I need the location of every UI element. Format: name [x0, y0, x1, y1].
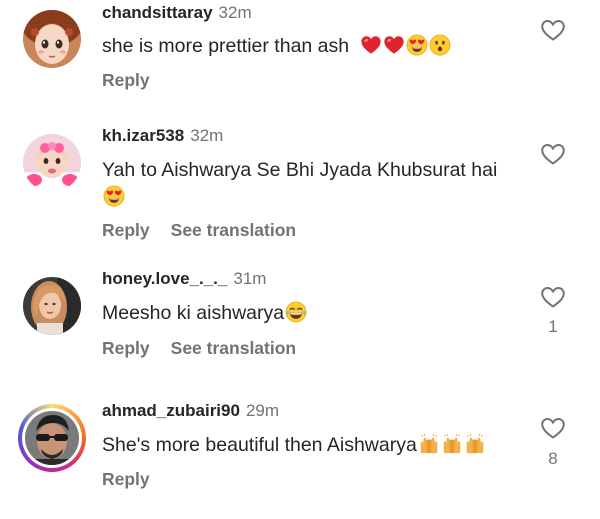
avatar[interactable]: [23, 277, 81, 335]
username[interactable]: honey.love_._._: [102, 269, 227, 288]
heart-eyes-face-icon: [103, 185, 125, 207]
comment-actions: Reply: [102, 469, 150, 489]
comment-text: She's more beautiful then Aishwarya: [102, 432, 522, 459]
comment-text: she is more prettier than ash: [102, 33, 522, 60]
red-heart-icon: [383, 34, 405, 56]
comment-header: chandsittaray 32m: [102, 3, 252, 23]
heart-outline-icon[interactable]: [540, 18, 566, 42]
avatar[interactable]: [23, 134, 81, 192]
comment-text: Yah to Aishwarya Se Bhi Jyada Khubsurat …: [102, 157, 512, 211]
comment-actions: Reply: [102, 70, 150, 90]
see-translation-button[interactable]: See translation: [171, 338, 296, 358]
surprised-face-icon: [429, 34, 451, 56]
comment-body: Yah to Aishwarya Se Bhi Jyada Khubsurat …: [102, 159, 498, 181]
reply-button[interactable]: Reply: [102, 70, 150, 90]
raising-hands-icon: [441, 433, 463, 455]
reply-button[interactable]: Reply: [102, 220, 150, 240]
avatar[interactable]: [23, 10, 81, 68]
heart-outline-icon[interactable]: [540, 285, 566, 309]
reply-button[interactable]: Reply: [102, 338, 150, 358]
heart-eyes-face-icon: [406, 34, 428, 56]
story-avatar[interactable]: [18, 404, 86, 472]
timestamp: 32m: [218, 3, 252, 22]
reply-button[interactable]: Reply: [102, 469, 150, 489]
comment-header: honey.love_._._ 31m: [102, 269, 266, 289]
avatar: [25, 411, 79, 465]
raising-hands-icon: [418, 433, 440, 455]
see-translation-button[interactable]: See translation: [171, 220, 296, 240]
comment-header: kh.izar538 32m: [102, 126, 223, 146]
raising-hands-icon: [464, 433, 486, 455]
username[interactable]: chandsittaray: [102, 3, 213, 22]
comment-header: ahmad_zubairi90 29m: [102, 401, 279, 421]
comment-actions: Reply See translation: [102, 220, 296, 240]
comment-body: she is more prettier than ash: [102, 35, 350, 57]
tears-of-joy-face-icon: [285, 301, 307, 323]
timestamp: 29m: [245, 401, 280, 420]
heart-outline-icon[interactable]: [540, 142, 566, 166]
timestamp: 32m: [190, 126, 224, 145]
like-count: 1: [548, 317, 558, 336]
comment-body: Meesho ki aishwarya: [102, 302, 285, 324]
username[interactable]: kh.izar538: [102, 126, 184, 145]
like-count: 8: [548, 449, 558, 468]
heart-outline-icon[interactable]: [540, 416, 566, 440]
red-heart-icon: [360, 34, 382, 56]
comment-text: Meesho ki aishwarya: [102, 300, 522, 327]
comment-actions: Reply See translation: [102, 338, 296, 358]
comment-body: She's more beautiful then Aishwarya: [102, 434, 417, 456]
timestamp: 31m: [233, 269, 267, 288]
username[interactable]: ahmad_zubairi90: [102, 401, 240, 420]
